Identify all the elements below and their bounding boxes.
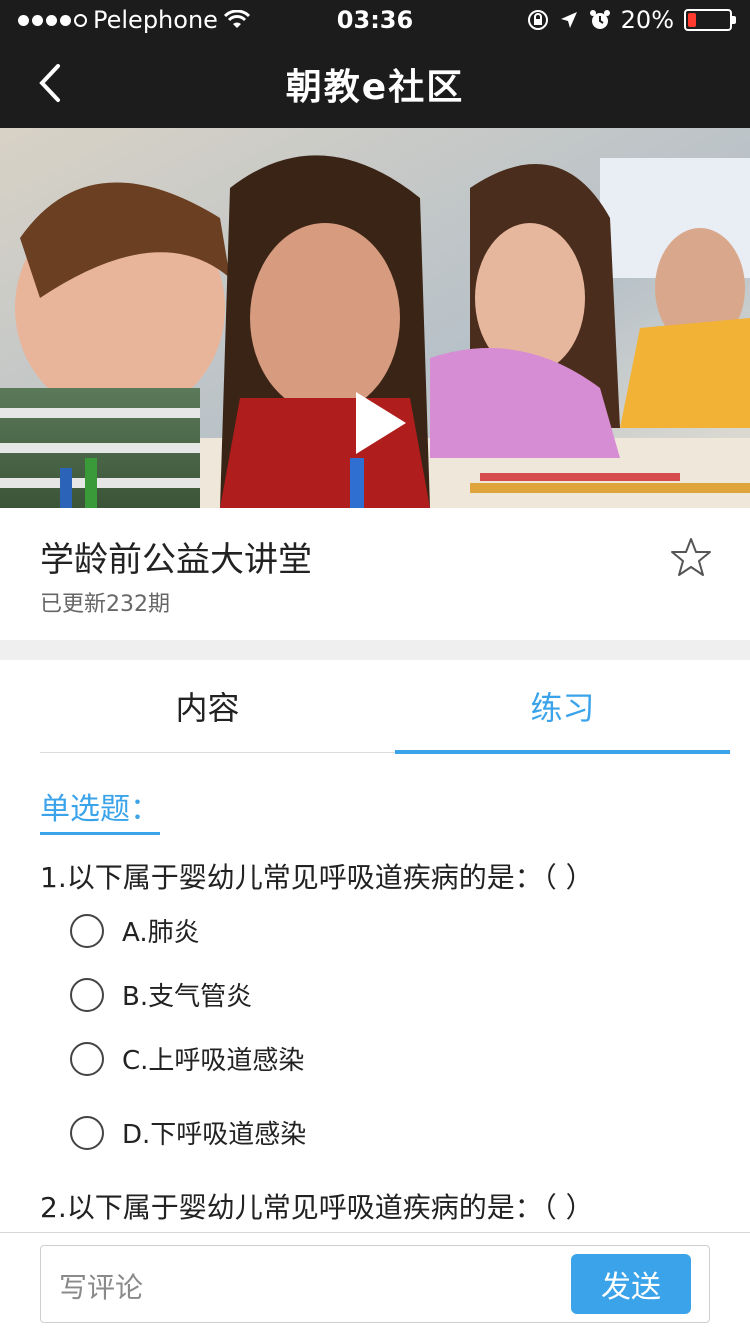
radio-button[interactable] [70, 1115, 104, 1150]
radio-button[interactable] [70, 913, 104, 948]
tab-practice[interactable]: 练习 [395, 660, 730, 754]
top-bar: Pelephone 03:36 20% 朝教e社区 [0, 0, 750, 128]
option-d[interactable]: D.下呼吸道感染 [70, 1114, 306, 1151]
status-bar: Pelephone 03:36 20% [0, 0, 750, 40]
location-icon [560, 12, 577, 28]
option-b[interactable]: B.支气管炎 [70, 976, 252, 1013]
option-label: B.支气管炎 [122, 982, 253, 1012]
radio-button[interactable] [70, 1041, 104, 1076]
option-c[interactable]: C.上呼吸道感染 [70, 1040, 304, 1077]
comment-bar: 写评论 发送 [0, 1232, 750, 1335]
play-icon[interactable] [350, 388, 410, 458]
alarm-icon [589, 10, 610, 29]
option-a[interactable]: A.肺炎 [70, 912, 200, 949]
question-text: 1.以下属于婴幼儿常见呼吸道疾病的是：（ ） [40, 861, 594, 894]
radio-button[interactable] [70, 977, 104, 1012]
nav-bar: 朝教e社区 [0, 40, 750, 128]
battery-icon [684, 9, 736, 31]
update-count: 已更新232期 [40, 592, 170, 617]
favorite-star-icon[interactable] [670, 536, 712, 578]
course-title: 学龄前公益大讲堂 [40, 540, 312, 580]
rotation-lock-icon [527, 10, 548, 30]
video-player[interactable] [0, 128, 750, 508]
comment-field[interactable]: 写评论 发送 [40, 1245, 710, 1323]
send-button[interactable]: 发送 [571, 1254, 691, 1314]
option-label: C.上呼吸道感染 [122, 1046, 305, 1076]
comment-input[interactable]: 写评论 [59, 1266, 143, 1306]
question-text: 2.以下属于婴幼儿常见呼吸道疾病的是：（ ） [40, 1191, 594, 1224]
tab-bar: 内容 练习 [40, 660, 730, 754]
section-divider [0, 640, 750, 660]
section-title: 单选题： [40, 784, 160, 835]
battery-percent: 20% [620, 6, 674, 34]
status-right: 20% [527, 6, 736, 34]
page-title: 朝教e社区 [285, 67, 465, 108]
tab-content[interactable]: 内容 [40, 660, 375, 752]
option-label: D.下呼吸道感染 [122, 1120, 307, 1150]
option-label: A.肺炎 [122, 918, 200, 948]
battery-level [688, 13, 696, 27]
